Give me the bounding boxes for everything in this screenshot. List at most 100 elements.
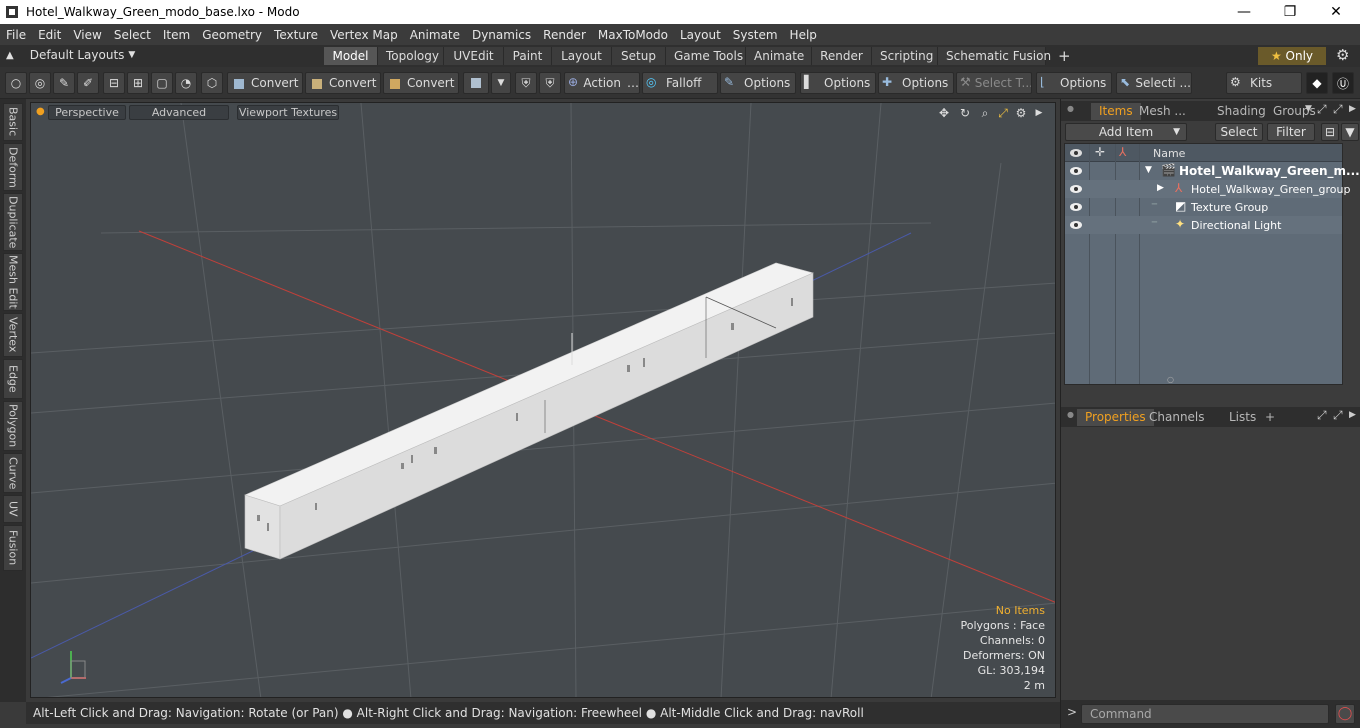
menu-help[interactable]: Help bbox=[784, 28, 823, 42]
maximize-button[interactable]: ❐ bbox=[1267, 0, 1313, 24]
menu-texture[interactable]: Texture bbox=[268, 28, 324, 42]
menu-animate[interactable]: Animate bbox=[404, 28, 466, 42]
tab-scripting[interactable]: Scripting bbox=[872, 47, 938, 65]
left-tab-polygon[interactable]: Polygon bbox=[3, 401, 23, 451]
polygons-button[interactable]: ⊞ bbox=[127, 72, 149, 94]
filter-funnel-button[interactable]: ▼ bbox=[1341, 123, 1359, 141]
convert-button-3[interactable]: Convert bbox=[383, 72, 459, 94]
item-row-directional-light[interactable]: ╶╴ ✦ Directional Light bbox=[1065, 216, 1342, 234]
tab-groups[interactable]: Groups bbox=[1265, 103, 1324, 120]
zoom-icon[interactable]: ⌕ bbox=[978, 106, 992, 120]
menu-edit[interactable]: Edit bbox=[32, 28, 67, 42]
menu-layout[interactable]: Layout bbox=[674, 28, 727, 42]
viewport-advanced-button[interactable]: Advanced bbox=[129, 105, 229, 120]
expand-arrow-icon[interactable]: ▶ bbox=[1157, 183, 1164, 193]
tab-game-tools[interactable]: Game Tools bbox=[666, 47, 746, 65]
pan-icon[interactable]: ✥ bbox=[937, 106, 951, 120]
minimize-button[interactable]: — bbox=[1221, 0, 1267, 24]
select-button[interactable]: Select bbox=[1215, 123, 1263, 141]
unity-button[interactable]: ◆ bbox=[1306, 72, 1328, 94]
mesh-type-dropdown[interactable]: ▼ bbox=[491, 72, 511, 94]
viewport-textures-button[interactable]: Viewport Textures bbox=[237, 105, 339, 120]
settings-gear-icon[interactable]: ⚙ bbox=[1336, 46, 1349, 64]
left-tab-uv[interactable]: UV bbox=[3, 495, 23, 523]
left-tab-deform[interactable]: Deform bbox=[3, 143, 23, 191]
options-button-3[interactable]: ✚ Options bbox=[878, 72, 954, 94]
tab-animate[interactable]: Animate bbox=[746, 47, 812, 65]
tab-setup[interactable]: Setup bbox=[612, 47, 666, 65]
tab-layout[interactable]: Layout bbox=[552, 47, 612, 65]
add-layout-tab-button[interactable]: + bbox=[1050, 47, 1074, 65]
globe-button[interactable]: ◎ bbox=[29, 72, 51, 94]
fit-icon[interactable]: ⤢ bbox=[996, 106, 1010, 120]
falloff-button[interactable]: ◎ Falloff bbox=[642, 72, 718, 94]
panel-maximize-icon[interactable]: ⤢ bbox=[1333, 408, 1343, 423]
left-tab-vertex[interactable]: Vertex bbox=[3, 313, 23, 357]
rotate-icon[interactable]: ↻ bbox=[958, 106, 972, 120]
menu-system[interactable]: System bbox=[727, 28, 784, 42]
only-toggle[interactable]: ★ Only bbox=[1258, 47, 1326, 65]
expand-arrow-icon[interactable]: ▼ bbox=[1145, 165, 1152, 175]
menu-select[interactable]: Select bbox=[108, 28, 157, 42]
left-tab-curve[interactable]: Curve bbox=[3, 453, 23, 493]
left-tab-duplicate[interactable]: Duplicate bbox=[3, 193, 23, 251]
menu-file[interactable]: File bbox=[0, 28, 32, 42]
tabs-dropdown-icon[interactable]: ▼ bbox=[1305, 104, 1312, 114]
menu-view[interactable]: View bbox=[67, 28, 107, 42]
panel-collapse-icon[interactable]: ▶ bbox=[1349, 104, 1356, 114]
default-layouts-dropdown[interactable]: ▲ Default Layouts ▼ bbox=[6, 48, 135, 62]
item-row-scene[interactable]: ▼ 🎬 Hotel_Walkway_Green_m... bbox=[1065, 162, 1360, 180]
action-center-button[interactable]: ⊕ Action… bbox=[564, 72, 640, 94]
selection-button[interactable]: ⬉ Selecti ... bbox=[1116, 72, 1192, 94]
add-panel-tab-button[interactable]: + bbox=[1257, 409, 1283, 426]
kits-button[interactable]: ⚙ Kits bbox=[1226, 72, 1302, 94]
shield-button[interactable]: ⬡ bbox=[201, 72, 223, 94]
list-resize-handle-icon[interactable]: ○ bbox=[1167, 375, 1174, 384]
visibility-eye-icon[interactable] bbox=[1069, 184, 1083, 194]
tab-channels[interactable]: Channels bbox=[1141, 409, 1213, 426]
record-macro-icon[interactable]: ◯ bbox=[1335, 704, 1355, 724]
panel-maximize-icon[interactable]: ⤢ bbox=[1333, 102, 1343, 117]
symmetry-button[interactable]: ⛨ bbox=[515, 72, 537, 94]
add-item-button[interactable]: Add Item ▼ bbox=[1065, 123, 1187, 141]
options-button-1[interactable]: ✎ Options bbox=[720, 72, 796, 94]
visibility-eye-icon[interactable] bbox=[1069, 166, 1083, 176]
visibility-eye-icon[interactable] bbox=[1069, 220, 1083, 230]
left-tab-fusion[interactable]: Fusion bbox=[3, 525, 23, 571]
filter-button[interactable]: Filter bbox=[1267, 123, 1315, 141]
convert-button-2[interactable]: Convert bbox=[305, 72, 381, 94]
viewport-menu-dot-icon[interactable]: ● bbox=[36, 106, 45, 117]
panel-expand-icon[interactable]: ⤢ bbox=[1317, 408, 1327, 423]
tab-mesh[interactable]: Mesh ... bbox=[1131, 103, 1194, 120]
options-button-4[interactable]: ⌊ Options bbox=[1036, 72, 1112, 94]
materials-button[interactable]: ◔ bbox=[175, 72, 197, 94]
mesh-type-button[interactable] bbox=[463, 72, 489, 94]
tab-paint[interactable]: Paint bbox=[504, 47, 552, 65]
item-row-texture-group[interactable]: ╶╴ ◩ Texture Group bbox=[1065, 198, 1342, 216]
select-t-button[interactable]: ⚒ Select T... bbox=[956, 72, 1032, 94]
convert-button-1[interactable]: Convert bbox=[227, 72, 303, 94]
unreal-button[interactable]: Ⓤ bbox=[1332, 72, 1354, 94]
pen-button[interactable]: ✎ bbox=[53, 72, 75, 94]
left-tab-mesh-edit[interactable]: Mesh Edit bbox=[3, 253, 23, 311]
items-button[interactable]: ▢ bbox=[151, 72, 173, 94]
tab-render[interactable]: Render bbox=[812, 47, 872, 65]
left-tab-edge[interactable]: Edge bbox=[3, 359, 23, 399]
snap-button[interactable]: ⛨ bbox=[539, 72, 561, 94]
tab-model[interactable]: Model bbox=[324, 47, 378, 65]
menu-geometry[interactable]: Geometry bbox=[196, 28, 268, 42]
panel-collapse-icon[interactable]: ▶ bbox=[1349, 410, 1356, 420]
brush-button[interactable]: ✐ bbox=[77, 72, 99, 94]
select-vertices-button[interactable]: ○ bbox=[5, 72, 27, 94]
tab-topology[interactable]: Topology bbox=[378, 47, 444, 65]
menu-render[interactable]: Render bbox=[537, 28, 592, 42]
close-button[interactable]: ✕ bbox=[1313, 0, 1359, 24]
menu-dynamics[interactable]: Dynamics bbox=[466, 28, 537, 42]
tab-schematic-fusion[interactable]: Schematic Fusion bbox=[938, 47, 1051, 65]
collapse-list-button[interactable]: ⊟ bbox=[1321, 123, 1339, 141]
left-tab-basic[interactable]: Basic bbox=[3, 103, 23, 141]
menu-item[interactable]: Item bbox=[157, 28, 196, 42]
viewport-gear-icon[interactable]: ⚙ bbox=[1014, 106, 1028, 120]
tab-uvedit[interactable]: UVEdit bbox=[444, 47, 504, 65]
3d-viewport[interactable]: ● Perspective Advanced Viewport Textures… bbox=[30, 102, 1056, 698]
